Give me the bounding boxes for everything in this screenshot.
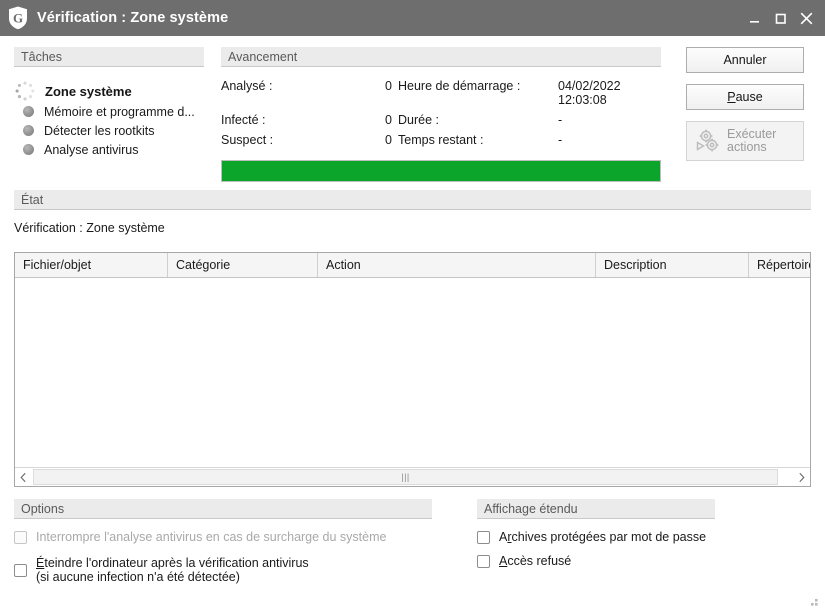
minimize-icon[interactable] <box>741 3 767 33</box>
pa-post: chives protégées par mot de passe <box>511 530 707 544</box>
checkbox-protected-archives[interactable] <box>477 531 490 544</box>
extended-view-header: Affichage étendu <box>477 499 715 519</box>
bullet-icon <box>23 106 34 117</box>
run-actions-line1: Exécuter <box>727 126 777 141</box>
scrollbar-track[interactable]: ||| <box>32 468 793 486</box>
option-access-denied-label: Accès refusé <box>499 554 571 569</box>
stat-label-duration: Durée : <box>398 113 439 127</box>
table-column-header[interactable]: Fichier/objet <box>15 253 168 277</box>
option-pause-on-overload-label: Interrompre l'analyse antivirus en cas d… <box>36 530 387 544</box>
extended-view-panel: Affichage étendu Archives protégées par … <box>477 499 715 568</box>
sidebar-item-label: Mémoire et programme d... <box>44 104 195 119</box>
window-title-bar: G Vérification : Zone système <box>0 0 825 36</box>
stat-value-infected: 0 <box>385 113 392 127</box>
tasks-panel: Tâches Zone système Mémoire et programme… <box>14 47 204 159</box>
bullet-icon <box>23 144 34 155</box>
task-active-label: Zone système <box>45 83 132 99</box>
checkbox-shutdown-after-scan[interactable] <box>14 563 27 577</box>
stat-label-suspect: Suspect : <box>221 133 274 147</box>
checkbox-pause-on-overload[interactable] <box>14 531 27 544</box>
run-actions-button[interactable]: Exécuter actions <box>686 121 804 161</box>
options-panel: Options Interrompre l'analyse antivirus … <box>14 499 432 585</box>
run-actions-label: Exécuter actions <box>727 126 777 155</box>
chevron-right-icon[interactable] <box>793 468 810 486</box>
sidebar-item-label: Détecter les rootkits <box>44 123 155 138</box>
option-shutdown-text-line2: (si aucune infection n'a été détectée) <box>36 570 240 584</box>
stat-value-suspect: 0 <box>385 133 392 147</box>
results-table: Fichier/objet Catégorie Action Description R… <box>14 252 811 487</box>
option-protected-archives-label: Archives protégées par mot de passe <box>499 530 706 545</box>
option-protected-archives[interactable]: Archives protégées par mot de passe <box>477 530 715 545</box>
progress-bar <box>221 160 661 182</box>
sidebar-item-memory[interactable]: Mémoire et programme d... <box>23 102 204 121</box>
close-icon[interactable] <box>793 3 819 33</box>
stat-label-time-left: Temps restant : <box>398 133 484 147</box>
table-column-header[interactable]: Catégorie <box>168 253 318 277</box>
option-shutdown-text: teindre l'ordinateur après la vérificati… <box>44 555 309 570</box>
table-header-row: Fichier/objet Catégorie Action Description R… <box>15 253 810 278</box>
action-buttons: Annuler Pause Exécuter actions <box>686 47 804 172</box>
pause-button-label: ause <box>735 90 763 104</box>
run-actions-line2: actions <box>727 140 767 154</box>
table-body <box>15 278 810 467</box>
window-title: Vérification : Zone système <box>37 10 229 26</box>
progress-header: Avancement <box>221 47 661 67</box>
progress-stats: Analysé : 0 Heure de démarrage : 04/02/2… <box>221 79 661 147</box>
table-column-header[interactable]: Action <box>318 253 596 277</box>
stat-value-duration: - <box>558 113 563 127</box>
maximize-icon[interactable] <box>767 3 793 33</box>
option-pause-on-overload[interactable]: Interrompre l'analyse antivirus en cas d… <box>14 530 432 545</box>
stat-label-analyzed: Analysé : <box>221 79 273 93</box>
stat-value-analyzed: 0 <box>385 79 392 93</box>
stat-value-start-time: 04/02/2022 12:03:08 <box>558 79 621 107</box>
scrollbar-thumb[interactable]: ||| <box>33 469 778 485</box>
table-column-header[interactable]: Répertoire <box>749 253 810 277</box>
status-header: État <box>14 190 811 210</box>
status-panel: État Vérification : Zone système <box>14 190 811 235</box>
bullet-icon <box>23 125 34 136</box>
svg-text:G: G <box>13 11 23 26</box>
table-column-header[interactable]: Description <box>596 253 749 277</box>
task-active[interactable]: Zone système <box>14 80 204 102</box>
gdata-shield-icon: G <box>9 6 27 30</box>
progress-bar-fill <box>222 161 660 181</box>
pause-button-accel: P <box>727 90 736 104</box>
option-shutdown-after-scan[interactable]: Éteindre l'ordinateur après la vérificat… <box>14 556 432 585</box>
options-header: Options <box>14 499 432 519</box>
option-access-denied[interactable]: Accès refusé <box>477 554 715 569</box>
horizontal-scrollbar[interactable]: ||| <box>15 467 810 486</box>
status-text: Vérification : Zone système <box>14 221 165 235</box>
progress-panel: Avancement Analysé : 0 Heure de démarrag… <box>221 47 661 182</box>
stat-label-infected: Infecté : <box>221 113 266 127</box>
resize-grip-icon[interactable] <box>807 596 820 609</box>
ad-post: ccès refusé <box>507 553 572 568</box>
stat-value-time-left: - <box>558 133 563 147</box>
cancel-button[interactable]: Annuler <box>686 47 804 73</box>
window-controls <box>741 3 819 33</box>
gears-play-icon <box>696 129 719 152</box>
stat-label-start-time: Heure de démarrage : <box>398 79 521 93</box>
sidebar-item-rootkits[interactable]: Détecter les rootkits <box>23 121 204 140</box>
tasks-header: Tâches <box>14 47 204 67</box>
sidebar-item-label: Analyse antivirus <box>44 142 139 157</box>
sidebar-item-antivirus[interactable]: Analyse antivirus <box>23 140 204 159</box>
checkbox-access-denied[interactable] <box>477 554 490 568</box>
loading-spinner-icon <box>15 81 35 101</box>
chevron-left-icon[interactable] <box>15 468 32 486</box>
pause-button[interactable]: Pause <box>686 84 804 110</box>
option-shutdown-after-scan-label: Éteindre l'ordinateur après la vérificat… <box>36 556 309 585</box>
